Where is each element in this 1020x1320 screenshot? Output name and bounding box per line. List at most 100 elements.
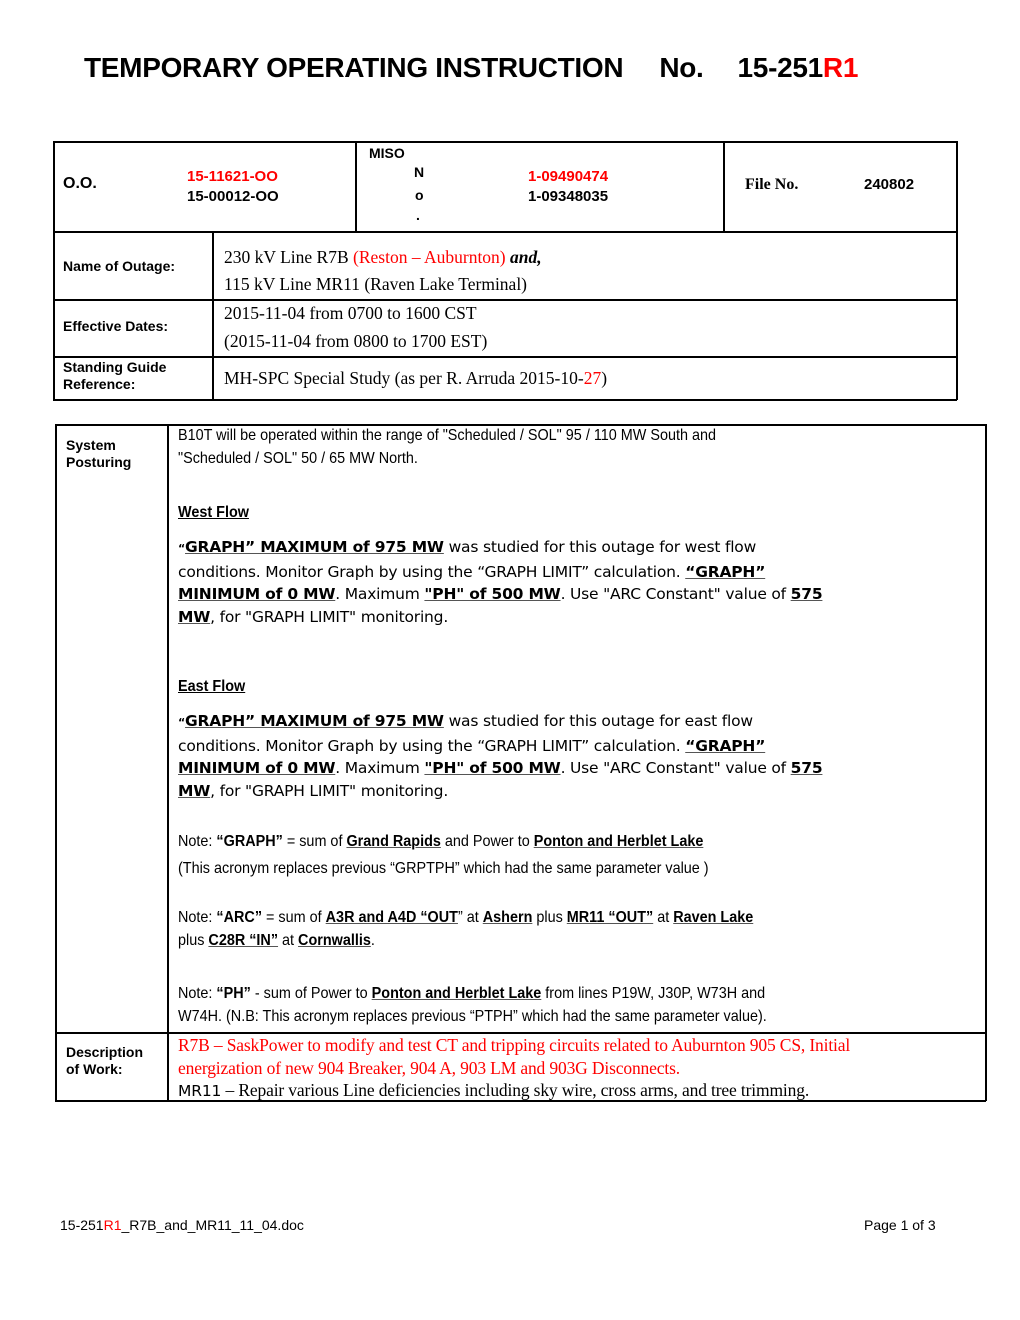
outage-line-r7b: 230 kV Line R7B bbox=[224, 247, 353, 267]
east-open-quote: “ bbox=[178, 716, 186, 729]
west-graph-min-b: MINIMUM of 0 MW bbox=[178, 585, 336, 603]
west-arc-value: 575 bbox=[790, 585, 823, 603]
note-ph: Note: “PH” - sum of Power to Ponton and … bbox=[178, 983, 988, 1028]
west-text-5: , for "GRAPH LIMIT" monitoring. bbox=[210, 607, 449, 626]
footer-filename-b: _R7B_and_MR11_11_04.doc bbox=[121, 1217, 304, 1233]
standing-guide-label: Standing Guide Reference: bbox=[63, 359, 166, 393]
east-graph-min-a: “GRAPH” bbox=[685, 736, 766, 755]
system-posturing-label-1: System bbox=[66, 437, 116, 453]
note-graph-prefix: Note: bbox=[178, 833, 217, 850]
note-arc-text-2: ” at bbox=[457, 909, 483, 926]
title-text: TEMPORARY OPERATING INSTRUCTION bbox=[84, 52, 624, 83]
miso-number-old: 1-09348035 bbox=[528, 188, 609, 205]
note-graph-text-2: and Power to bbox=[440, 833, 534, 850]
west-graph-min-a: “GRAPH” bbox=[685, 562, 766, 581]
note-ph-term: “PH” bbox=[216, 985, 251, 1002]
file-no-value: 240802 bbox=[864, 176, 915, 193]
note-arc-line2-text-3: . bbox=[370, 931, 375, 949]
standing-guide-text: MH-SPC Special Study (as per R. Arruda 2… bbox=[224, 368, 584, 388]
note-arc-line2-text-1: plus bbox=[178, 931, 209, 949]
description-label-2: of Work: bbox=[66, 1061, 123, 1077]
effective-dates-label: Effective Dates: bbox=[63, 318, 169, 334]
footer-filename: 15-251R1_R7B_and_MR11_11_04.doc bbox=[60, 1217, 304, 1233]
note-arc-mr11: MR11 “OUT” bbox=[566, 909, 654, 926]
west-ph-max: "PH" of 500 MW bbox=[424, 585, 561, 603]
note-graph-term: “GRAPH” bbox=[216, 833, 283, 850]
note-arc-line2-text-2: at bbox=[278, 931, 299, 949]
east-arc-value: 575 bbox=[790, 759, 823, 777]
file-no-label: File No. bbox=[745, 176, 799, 193]
west-open-quote: “ bbox=[178, 542, 186, 555]
intro-line-1: B10T will be operated within the range o… bbox=[178, 427, 717, 444]
description-r7b-line-2: energization of new 904 Breaker, 904 A, … bbox=[178, 1057, 680, 1078]
note-arc-text-3: plus bbox=[532, 909, 567, 926]
note-arc-text-1: = sum of bbox=[262, 909, 326, 926]
description-mr11-id: MR11 bbox=[178, 1082, 222, 1100]
note-arc-raven-lake: Raven Lake bbox=[673, 909, 754, 926]
table-border bbox=[53, 231, 957, 233]
title-number: 15-251 bbox=[737, 52, 824, 83]
miso-number-new: 1-09490474 bbox=[528, 168, 609, 185]
note-arc-a3r-a4d: A3R and A4D “OUT bbox=[325, 909, 458, 926]
posturing-intro: B10T will be operated within the range o… bbox=[178, 425, 988, 470]
name-of-outage-line2: 115 kV Line MR11 (Raven Lake Terminal) bbox=[224, 274, 528, 294]
table-border bbox=[167, 424, 169, 1101]
miso-label: MISO bbox=[369, 145, 405, 161]
system-posturing-label: System Posturing bbox=[66, 437, 131, 471]
west-arc-unit: MW bbox=[178, 607, 211, 626]
east-text-3: . Maximum bbox=[335, 759, 425, 777]
note-ph-text-2: from lines P19W, J30P, W73H and bbox=[541, 985, 766, 1002]
west-text-1: was studied for this outage for west flo… bbox=[443, 538, 757, 556]
note-graph-ponton: Ponton and Herblet Lake bbox=[533, 833, 704, 850]
standing-guide-date-day: 27 bbox=[583, 368, 602, 388]
note-graph-grand-rapids: Grand Rapids bbox=[346, 833, 441, 850]
west-graph-max: GRAPH” MAXIMUM of 975 MW bbox=[185, 538, 444, 556]
table-border bbox=[53, 141, 957, 143]
standing-guide-value: MH-SPC Special Study (as per R. Arruda 2… bbox=[224, 368, 607, 389]
west-text-4: . Use "ARC Constant" value of bbox=[560, 585, 791, 603]
table-border bbox=[53, 141, 55, 400]
note-graph: Note: “GRAPH” = sum of Grand Rapids and … bbox=[178, 828, 988, 882]
effective-dates-est: (2015-11-04 from 0800 to 1700 EST) bbox=[224, 331, 488, 351]
west-text-3: . Maximum bbox=[335, 585, 425, 603]
note-arc-cornwallis: Cornwallis bbox=[298, 931, 371, 949]
footer-page-number: Page 1 of 3 bbox=[864, 1217, 936, 1233]
note-arc-text-4: at bbox=[653, 909, 674, 926]
note-graph-text-1: = sum of bbox=[282, 833, 347, 850]
miso-no-letter-dot: . bbox=[416, 207, 420, 223]
table-border bbox=[53, 399, 957, 401]
document-title: TEMPORARY OPERATING INSTRUCTION No. 15-251… bbox=[84, 52, 858, 84]
note-ph-text-1: - sum of Power to bbox=[250, 985, 372, 1002]
east-text-5: , for "GRAPH LIMIT" monitoring. bbox=[210, 781, 449, 800]
name-of-outage-label: Name of Outage: bbox=[63, 258, 176, 274]
table-border bbox=[53, 299, 957, 301]
table-border bbox=[723, 141, 725, 231]
east-text-2: conditions. Monitor Graph by using the “… bbox=[178, 736, 686, 755]
title-no-label: No. bbox=[659, 52, 704, 83]
description-label: Description of Work: bbox=[66, 1044, 143, 1078]
description-label-1: Description bbox=[66, 1044, 144, 1060]
intro-line-2: "Scheduled / SOL" 50 / 65 MW North. bbox=[178, 449, 418, 467]
west-text-2: conditions. Monitor Graph by using the “… bbox=[178, 562, 686, 581]
description-mr11: MR11 – Repair various Line deficiencies … bbox=[178, 1079, 809, 1102]
note-arc: Note: “ARC” = sum of A3R and A4D “OUT” a… bbox=[178, 907, 988, 952]
system-posturing-label-2: Posturing bbox=[66, 454, 132, 470]
note-graph-line-2: (This acronym replaces previous “GRPTPH”… bbox=[178, 860, 709, 877]
table-border bbox=[355, 141, 357, 231]
oo-number-old: 15-00012-OO bbox=[187, 188, 279, 205]
table-border bbox=[55, 424, 57, 1101]
note-arc-ashern: Ashern bbox=[482, 909, 533, 926]
east-graph-min-b: MINIMUM of 0 MW bbox=[178, 759, 336, 777]
west-flow-paragraph: “GRAPH” MAXIMUM of 975 MW was studied fo… bbox=[178, 536, 978, 628]
note-arc-term: “ARC” bbox=[216, 909, 263, 926]
miso-no-letter-o: o bbox=[415, 187, 424, 203]
east-text-4: . Use "ARC Constant" value of bbox=[560, 759, 791, 777]
name-of-outage-line1: 230 kV Line R7B (Reston – Auburnton) and… bbox=[224, 247, 542, 268]
note-ph-line-2: W74H. (N.B: This acronym replaces previo… bbox=[178, 1007, 767, 1025]
footer-filename-a: 15-251 bbox=[60, 1217, 104, 1233]
west-flow-heading: West Flow bbox=[178, 504, 249, 521]
east-graph-max: GRAPH” MAXIMUM of 975 MW bbox=[185, 712, 444, 730]
title-revision: R1 bbox=[822, 52, 859, 83]
east-ph-max: "PH" of 500 MW bbox=[424, 759, 561, 777]
description-mr11-text: – Repair various Line deficiencies inclu… bbox=[221, 1080, 810, 1100]
